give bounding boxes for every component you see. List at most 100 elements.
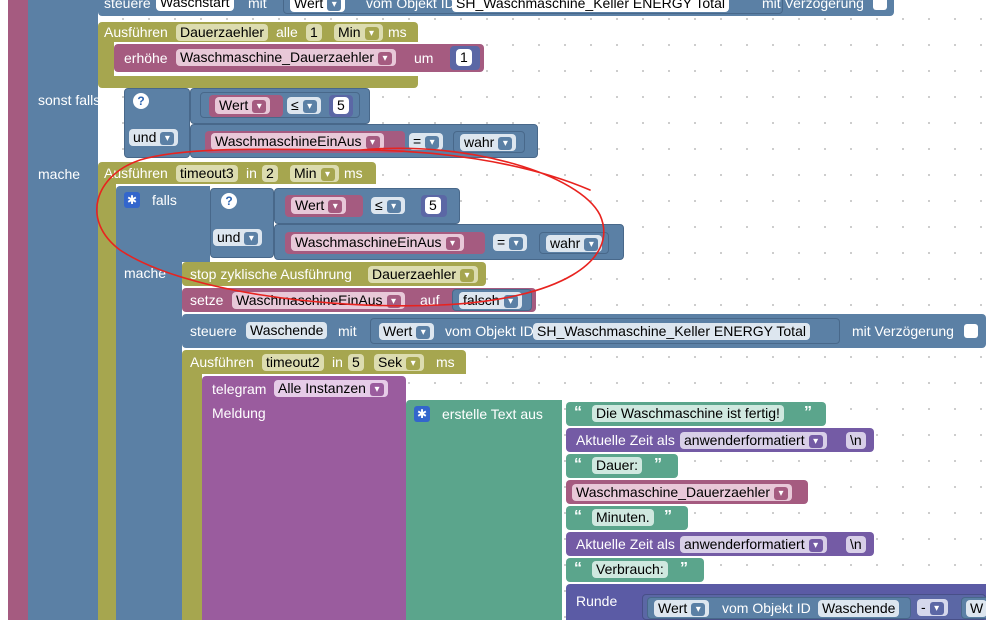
value-of-object-block-3[interactable]: Wert ▾ vom Objekt ID Waschende	[647, 597, 911, 619]
bool-block-1[interactable]: wahr ▾	[453, 131, 525, 153]
text-value-2[interactable]: Dauer:	[592, 457, 643, 474]
bool-block-2[interactable]: wahr ▾	[539, 232, 609, 254]
timeout3-value-field[interactable]: 2	[262, 165, 278, 182]
text-item-4[interactable]: “ Verbrauch: ”	[566, 558, 704, 582]
newline-field-2[interactable]: \n	[846, 536, 866, 553]
falls-label: falls	[152, 192, 177, 208]
timeout3-name-field[interactable]: timeout3	[176, 165, 238, 182]
value-of-object-block[interactable]: Wert ▾ vom Objekt ID SH_Waschmaschine_Kel…	[283, 0, 783, 14]
inner-if-block[interactable]: ✱ falls mache	[116, 186, 182, 620]
time-format-dropdown-2[interactable]: anwenderformatiert ▾	[680, 536, 827, 553]
compare-value-3[interactable]: 5	[425, 197, 441, 214]
compare-value-1[interactable]: 5	[333, 97, 349, 114]
wert-var-block-1[interactable]: Wert ▾	[209, 95, 283, 117]
text-value-1[interactable]: Die Waschmaschine ist fertig!	[592, 405, 784, 422]
and-operator-dropdown-1[interactable]: und ▾	[129, 129, 179, 146]
wert-dropdown[interactable]: Wert ▾	[290, 0, 346, 12]
object-id-field-3[interactable]: Waschende	[818, 600, 900, 617]
wert-dropdown-round[interactable]: Wert ▾	[654, 600, 710, 617]
gear-icon-2[interactable]: ✱	[414, 406, 430, 422]
bool-dropdown-3[interactable]: falsch ▾	[459, 292, 522, 309]
compare-block-1[interactable]: Wert ▾ ≤ ▾ 5	[200, 92, 360, 118]
time-format-dropdown-1[interactable]: anwenderformatiert ▾	[680, 432, 827, 449]
einaus-dropdown-1[interactable]: WaschmaschineEinAus ▾	[211, 133, 384, 150]
number-block-3[interactable]: 5	[421, 195, 447, 217]
bool-block-3[interactable]: falsch ▾	[452, 289, 532, 311]
timeout2-name-field[interactable]: timeout2	[262, 354, 324, 371]
w-dropdown[interactable]: W	[966, 600, 986, 617]
text-item-2[interactable]: “ Dauer: ”	[566, 454, 678, 478]
compare-op-dropdown-4[interactable]: = ▾	[493, 234, 528, 251]
telegram-instance-dropdown[interactable]: Alle Instanzen ▾	[274, 380, 388, 397]
timeout3-unit-dropdown[interactable]: Min ▾	[290, 165, 339, 182]
and-block-2[interactable]	[182, 186, 210, 262]
number-block[interactable]: 1	[450, 46, 480, 70]
help-icon-2[interactable]: ?	[221, 193, 237, 209]
and-block-1[interactable]: ? und ▾	[124, 88, 190, 158]
einaus-var-block-2[interactable]: WaschmaschineEinAus ▾	[285, 232, 485, 254]
text-join-block[interactable]: ✱ erstelle Text aus	[406, 400, 562, 620]
compare-block-4[interactable]: WaschmaschineEinAus ▾ = ▾ wahr ▾	[274, 224, 624, 260]
compare-block-2[interactable]: WaschmaschineEinAus ▾ = ▾ wahr ▾	[190, 124, 538, 158]
interval-value-field[interactable]: 1	[306, 24, 322, 41]
increment-block[interactable]: erhöhe Waschmaschine_Dauerzaehler ▾ um 1	[114, 44, 484, 72]
compare-op-dropdown-2[interactable]: = ▾	[409, 133, 444, 150]
object-id-field-2[interactable]: SH_Waschmaschine_Keller ENERGY Total	[533, 323, 810, 340]
value-of-object-block-2[interactable]: Wert ▾ vom Objekt ID SH_Waschmaschine_Kel…	[370, 318, 840, 344]
inner-and-group[interactable]: ? und ▾	[210, 188, 274, 258]
and-operator-dropdown-2[interactable]: und ▾	[213, 229, 263, 246]
wert-dropdown-ctrl[interactable]: Wert ▾	[379, 323, 435, 340]
interval-unit-dropdown[interactable]: Min ▾	[334, 24, 383, 41]
time-item-1[interactable]: Aktuelle Zeit als anwenderformatiert ▾ \n	[566, 428, 874, 452]
wert-dropdown-1[interactable]: Wert ▾	[215, 97, 271, 114]
bool-dropdown-2[interactable]: wahr ▾	[546, 235, 603, 252]
compare-op-dropdown-3[interactable]: ≤ ▾	[371, 197, 405, 214]
in-label-3: in	[246, 165, 257, 181]
arith-block[interactable]: Wert ▾ vom Objekt ID Waschende - ▾ W	[642, 594, 986, 620]
delay-checkbox[interactable]	[873, 0, 887, 10]
compare-op-dropdown-1[interactable]: ≤ ▾	[287, 97, 321, 114]
time-item-2[interactable]: Aktuelle Zeit als anwenderformatiert ▾ \n	[566, 532, 874, 556]
help-icon[interactable]: ?	[133, 93, 149, 109]
interval-block[interactable]: Ausführen Dauerzaehler alle 1 Min ▾ ms	[98, 22, 418, 42]
var-item[interactable]: Waschmaschine_Dauerzaehler ▾	[566, 480, 808, 504]
timeout2-block[interactable]: Ausführen timeout2 in 5 Sek ▾ ms	[182, 350, 466, 374]
minus-op-dropdown[interactable]: - ▾	[917, 599, 948, 616]
text-item-3[interactable]: “ Minuten. ”	[566, 506, 688, 530]
mit-verzoegerung-label-2: mit Verzögerung	[852, 323, 954, 339]
delay-checkbox-2[interactable]	[964, 324, 978, 338]
interval-name-field[interactable]: Dauerzaehler	[176, 24, 269, 41]
increment-variable-dropdown[interactable]: Waschmaschine_Dauerzaehler ▾	[176, 49, 397, 66]
text-value-4[interactable]: Verbrauch:	[592, 561, 668, 578]
increment-value-field[interactable]: 1	[456, 49, 472, 66]
control-waschende-block[interactable]: steuere Waschende mit Wert ▾ vom Objekt I…	[182, 314, 986, 348]
object-id-field[interactable]: SH_Waschmaschine_Keller ENERGY Total	[452, 0, 729, 12]
wert-dropdown-3[interactable]: Wert ▾	[291, 197, 347, 214]
timeout3-block[interactable]: Ausführen timeout3 in 2 Min ▾ ms	[98, 162, 376, 184]
mache-label: mache	[38, 166, 81, 182]
einaus-var-block-1[interactable]: WaschmaschineEinAus ▾	[205, 131, 405, 153]
gear-icon[interactable]: ✱	[124, 192, 140, 208]
vom-objekt-label: vom Objekt ID	[366, 0, 455, 11]
timeout2-value-field[interactable]: 5	[348, 354, 364, 371]
wert-var-block-3[interactable]: Wert ▾	[285, 195, 363, 217]
number-block-1[interactable]: 5	[329, 95, 353, 117]
target-field[interactable]: Waschstart	[156, 0, 234, 11]
timeout2-unit-dropdown[interactable]: Sek ▾	[374, 354, 425, 371]
value-of-object-block-4[interactable]: W	[961, 597, 986, 619]
text-item-1[interactable]: “ Die Waschmaschine ist fertig! ”	[566, 402, 826, 426]
compare-block-3[interactable]: Wert ▾ ≤ ▾ 5	[274, 188, 460, 224]
telegram-block[interactable]: telegram Alle Instanzen ▾ Meldung	[202, 376, 406, 620]
set-variable-dropdown[interactable]: WaschmaschineEinAus ▾	[232, 292, 405, 309]
text-value-3[interactable]: Minuten.	[592, 509, 654, 526]
control-waschstart-block[interactable]: steuere Waschstart mit Wert ▾ vom Objekt …	[98, 0, 894, 16]
var-dropdown[interactable]: Waschmaschine_Dauerzaehler ▾	[572, 484, 793, 501]
stop-interval-block[interactable]: stop zyklische Ausführung Dauerzaehler ▾	[182, 262, 486, 286]
waschende-target-field[interactable]: Waschende	[246, 322, 328, 339]
set-variable-block[interactable]: setze WaschmaschineEinAus ▾ auf falsch ▾	[182, 288, 536, 312]
einaus-dropdown-2[interactable]: WaschmaschineEinAus ▾	[291, 234, 464, 251]
stop-target-dropdown[interactable]: Dauerzaehler ▾	[368, 266, 479, 283]
newline-field-1[interactable]: \n	[846, 432, 866, 449]
round-block[interactable]: Runde Wert ▾ vom Objekt ID Waschende - ▾ W	[566, 584, 986, 620]
bool-dropdown-1[interactable]: wahr ▾	[460, 134, 517, 151]
